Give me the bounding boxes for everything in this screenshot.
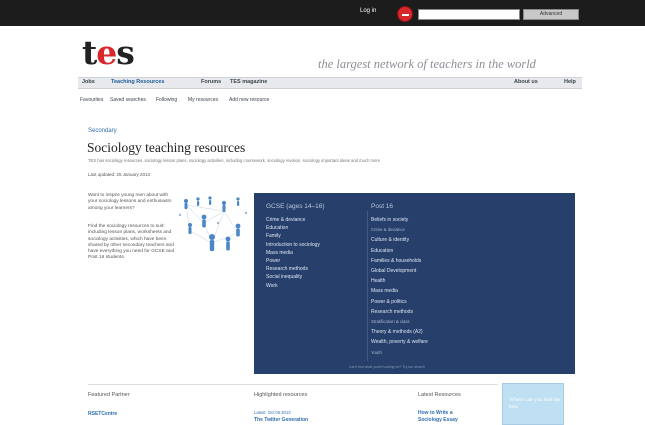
nav-tes-magazine[interactable]: TES magazine: [230, 79, 267, 85]
logo-letter-e: e: [96, 33, 117, 72]
gcse-topic-link[interactable]: Introduction to sociology: [266, 242, 320, 248]
nav-forums[interactable]: Forums: [201, 79, 221, 85]
featured-partner-link[interactable]: RSETCentre: [88, 411, 117, 417]
gcse-topic-link[interactable]: Crime & deviance: [266, 217, 305, 223]
post16-topic-link[interactable]: Beliefs in society: [371, 217, 408, 223]
logo-letter-s: s: [116, 33, 135, 72]
post16-topic-link[interactable]: Stratification & class: [371, 319, 410, 324]
gcse-topic-link[interactable]: Education: [266, 225, 288, 231]
post16-topic-link[interactable]: Youth: [371, 350, 382, 355]
main-nav: Jobs Teaching Resources Forums TES magaz…: [78, 77, 582, 89]
page-title: Sociology teaching resources: [87, 140, 246, 155]
post16-topic-link[interactable]: Power & politics: [371, 299, 407, 305]
highlighted-resources-heading: Highlighted resources: [254, 392, 308, 398]
people-network-illustration: [178, 196, 248, 251]
nav-jobs[interactable]: Jobs: [82, 79, 95, 85]
subnav-add-new-resource[interactable]: Add new resource: [229, 97, 269, 103]
post16-column-heading: Post 16: [371, 203, 394, 210]
post16-topic-link[interactable]: Crime & deviance: [371, 227, 405, 232]
nav-help[interactable]: Help: [564, 79, 576, 85]
gcse-topic-link[interactable]: Family: [266, 233, 281, 239]
advanced-search-button[interactable]: Advanced: [523, 9, 579, 20]
subnav-saved-searches[interactable]: Saved searches: [110, 97, 146, 103]
subject-topics-panel: GCSE (ages 14–16) Post 16 Crime & devian…: [254, 193, 575, 374]
intro-paragraph-2: Find the sociology resources to suit: in…: [88, 224, 175, 261]
bottom-divider: [88, 384, 498, 385]
latest-resources-heading: Latest Resources: [418, 392, 461, 398]
login-badge-icon[interactable]: [397, 6, 413, 22]
gcse-topic-link[interactable]: Mass media: [266, 250, 293, 256]
latest-resource-link[interactable]: How to Write a: [418, 410, 453, 416]
featured-partner-heading: Featured Partner: [88, 392, 130, 398]
column-divider: [367, 211, 368, 361]
nav-teaching-resources[interactable]: Teaching Resources: [111, 79, 164, 85]
top-bar: Log in Advanced: [0, 0, 645, 26]
gcse-column-heading: GCSE (ages 14–16): [266, 203, 325, 210]
gcse-topic-link[interactable]: Research methods: [266, 266, 308, 272]
subnav-favourites[interactable]: Favourites: [80, 97, 103, 103]
tes-logo[interactable]: tes: [82, 33, 135, 72]
last-updated: Last updated: 25 January 2013: [88, 172, 151, 177]
intro-paragraph-1: Want to inspire young men about with you…: [88, 193, 172, 211]
subnav-my-resources[interactable]: My resources: [188, 97, 218, 103]
post16-topic-link[interactable]: Families & households: [371, 258, 421, 264]
post16-topic-link[interactable]: Global Development: [371, 268, 416, 274]
gcse-topic-link[interactable]: Social inequality: [266, 274, 302, 280]
gcse-topic-link[interactable]: Work: [266, 283, 278, 289]
post16-topic-link[interactable]: Wealth, poverty & welfare: [371, 339, 428, 345]
tagline: the largest network of teachers in the w…: [318, 57, 536, 71]
panel-footer-note[interactable]: Can't find what you're looking for? Try …: [349, 365, 425, 369]
advert-banner[interactable]: Where can you find the best: [502, 383, 564, 425]
post16-topic-link[interactable]: Mass media: [371, 288, 398, 294]
login-link[interactable]: Log in: [360, 8, 376, 14]
latest-resource-link-line2[interactable]: Sociology Essay: [418, 417, 458, 423]
post16-topic-link[interactable]: Theory & methods (A2): [371, 329, 423, 335]
nav-about-us[interactable]: About us: [514, 79, 538, 85]
breadcrumb[interactable]: Secondary: [88, 128, 117, 134]
logo-letter-t: t: [82, 33, 97, 72]
post16-topic-link[interactable]: Research methods: [371, 309, 413, 315]
search-input[interactable]: [418, 9, 520, 20]
subnav-following[interactable]: Following: [156, 97, 177, 103]
highlighted-resource-link[interactable]: The Twitter Generation: [254, 417, 308, 423]
advert-text: Where can you find the best: [509, 397, 561, 410]
post16-topic-link[interactable]: Education: [371, 248, 393, 254]
post16-topic-link[interactable]: Culture & identity: [371, 237, 409, 243]
page-keywords: TES has sociology resources, sociology l…: [88, 158, 381, 163]
gcse-topic-link[interactable]: Power: [266, 258, 280, 264]
post16-topic-link[interactable]: Health: [371, 278, 385, 284]
highlighted-date: Latest: Oct 05 2013: [254, 410, 291, 415]
